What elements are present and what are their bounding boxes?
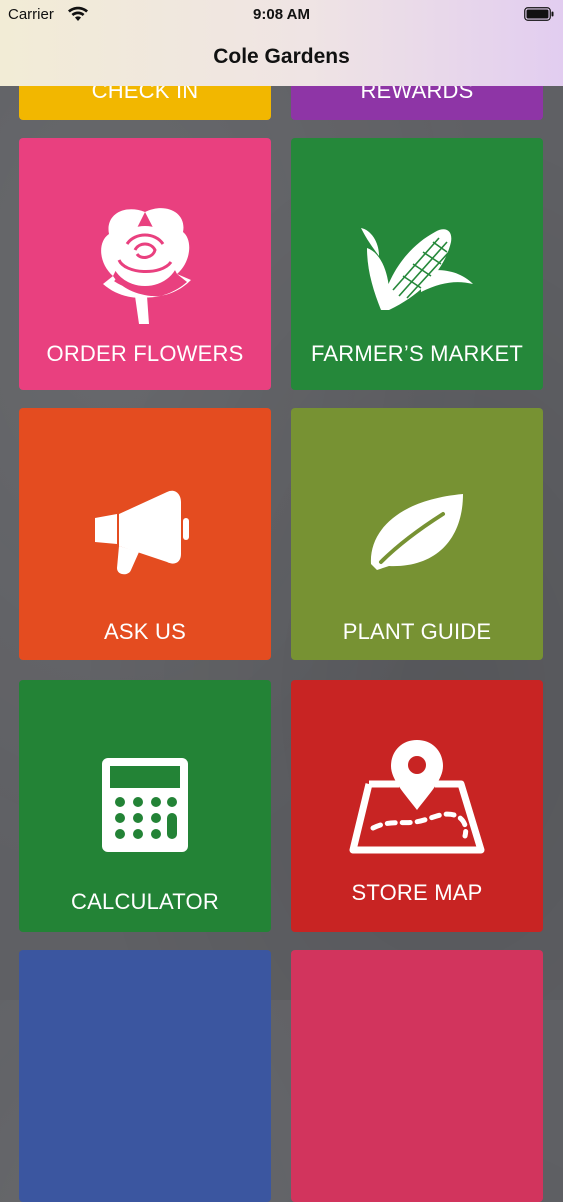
tile-label: CALCULATOR	[71, 889, 219, 914]
navigation-header: Carrier 9:08 AM Cole Gardens	[0, 0, 563, 86]
battery-icon	[524, 7, 554, 21]
page-title: Cole Gardens	[213, 45, 350, 68]
tile-plant-guide[interactable]: PLANT GUIDE	[291, 408, 543, 660]
tile-label: STORE MAP	[351, 880, 483, 905]
rose-icon	[101, 208, 191, 324]
tile-label: ASK US	[104, 619, 186, 644]
tile-label: FARMER’S MARKET	[310, 341, 524, 366]
tile-label: ORDER FLOWERS	[46, 341, 244, 366]
tile-store-map[interactable]: STORE MAP	[291, 680, 543, 932]
tile-ask-us[interactable]: ASK US	[19, 408, 271, 660]
tile-order-flowers[interactable]: ORDER FLOWERS	[19, 138, 271, 390]
tile-label: PLANT GUIDE	[342, 619, 492, 644]
map-pin-icon	[349, 740, 485, 854]
tile-farmers-market[interactable]: FARMER’S MARKET	[291, 138, 543, 390]
corn-icon	[361, 228, 473, 310]
tile-pink[interactable]	[291, 950, 543, 1202]
leaf-icon	[370, 494, 463, 570]
status-time: 9:08 AM	[253, 6, 310, 23]
tile-blue[interactable]	[19, 950, 271, 1202]
tile-calculator[interactable]: CALCULATOR	[19, 680, 271, 932]
megaphone-icon	[95, 490, 189, 575]
calculator-icon	[102, 758, 188, 852]
